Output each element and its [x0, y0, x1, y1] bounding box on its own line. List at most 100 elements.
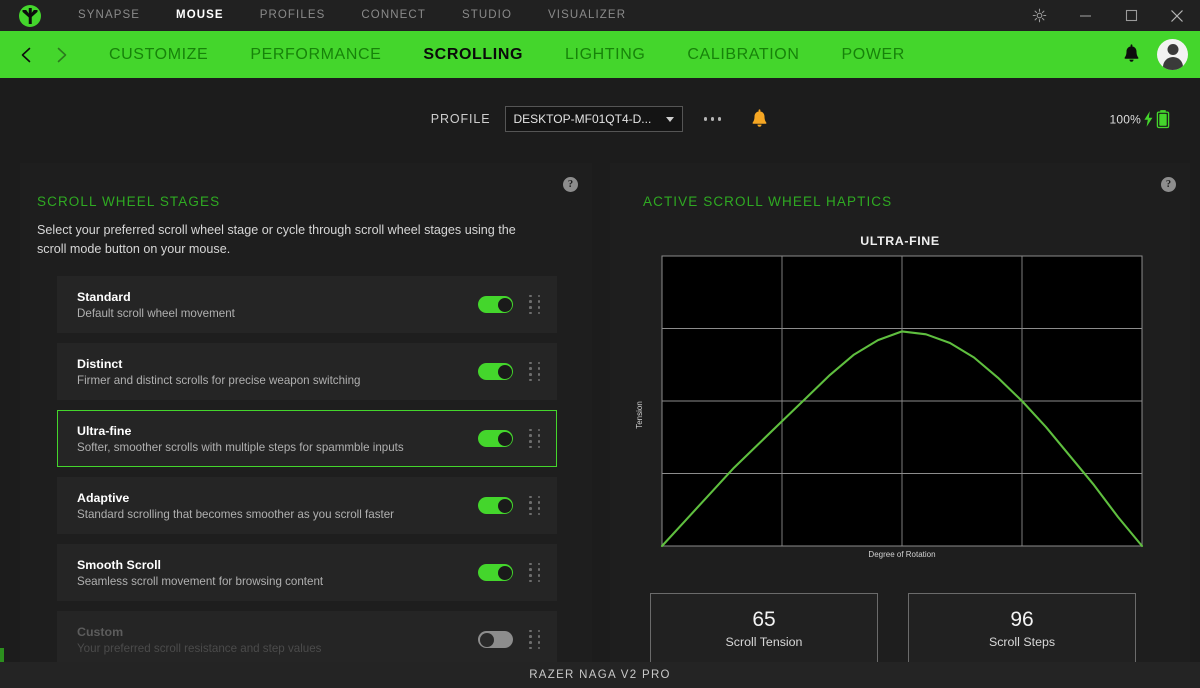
- ellipsis-icon: [704, 117, 708, 121]
- stat-box-scroll-steps[interactable]: 96 Scroll Steps: [908, 593, 1136, 663]
- stage-description: Standard scrolling that becomes smoother…: [77, 508, 478, 521]
- lightning-bolt-icon: [1143, 111, 1154, 128]
- settings-button[interactable]: [1016, 0, 1062, 31]
- left-panel-description: Select your preferred scroll wheel stage…: [37, 221, 537, 259]
- left-panel-title: SCROLL WHEEL STAGES: [37, 194, 220, 209]
- drag-handle-icon[interactable]: [529, 362, 542, 381]
- chart-title: ULTRA-FINE: [610, 234, 1190, 248]
- tab-calibration[interactable]: CALIBRATION: [666, 31, 820, 78]
- stage-description: Softer, smoother scrolls with multiple s…: [77, 441, 478, 454]
- chevron-left-icon: [19, 46, 35, 64]
- nav-forward-button[interactable]: [44, 38, 78, 72]
- stage-text: Standard Default scroll wheel movement: [77, 290, 478, 320]
- tab-customize[interactable]: CUSTOMIZE: [88, 31, 229, 78]
- nav-back-button[interactable]: [10, 38, 44, 72]
- help-icon[interactable]: ?: [563, 177, 578, 192]
- stage-name: Smooth Scroll: [77, 558, 478, 572]
- bell-alert-icon[interactable]: [750, 109, 769, 130]
- stage-description: Default scroll wheel movement: [77, 307, 478, 320]
- battery-icon: [1156, 110, 1170, 129]
- profile-dropdown[interactable]: DESKTOP-MF01QT4-D...: [505, 106, 683, 132]
- stage-name: Ultra-fine: [77, 424, 478, 438]
- stat-label: Scroll Tension: [726, 635, 803, 649]
- stat-value: 96: [1010, 608, 1033, 632]
- maximize-icon: [1125, 9, 1138, 22]
- drag-handle-icon[interactable]: [529, 630, 542, 649]
- app-tab-connect[interactable]: CONNECT: [343, 0, 444, 31]
- stage-row-custom[interactable]: Custom Your preferred scroll resistance …: [57, 611, 557, 663]
- app-tab-visualizer[interactable]: VISUALIZER: [530, 0, 644, 31]
- stat-box-scroll-tension[interactable]: 65 Scroll Tension: [650, 593, 878, 663]
- profile-label: PROFILE: [431, 112, 491, 126]
- section-tabs: CUSTOMIZE PERFORMANCE SCROLLING LIGHTING…: [88, 31, 926, 78]
- stat-value: 65: [752, 608, 775, 632]
- profile-selected-value: DESKTOP-MF01QT4-D...: [514, 112, 666, 126]
- maximize-button[interactable]: [1108, 0, 1154, 31]
- stage-description: Your preferred scroll resistance and ste…: [77, 642, 478, 655]
- stage-toggle-adaptive[interactable]: [478, 497, 513, 514]
- stage-name: Distinct: [77, 357, 478, 371]
- stage-text: Distinct Firmer and distinct scrolls for…: [77, 357, 478, 387]
- stage-text: Custom Your preferred scroll resistance …: [77, 625, 478, 655]
- stage-description: Firmer and distinct scrolls for precise …: [77, 374, 478, 387]
- app-tab-studio[interactable]: STUDIO: [444, 0, 530, 31]
- bell-icon[interactable]: [1122, 44, 1141, 65]
- tab-performance[interactable]: PERFORMANCE: [229, 31, 402, 78]
- tab-power[interactable]: POWER: [821, 31, 926, 78]
- chart-ylabel: Tension: [635, 401, 644, 429]
- stage-toggle-custom[interactable]: [478, 631, 513, 648]
- stage-text: Ultra-fine Softer, smoother scrolls with…: [77, 424, 478, 454]
- nav-arrows: [0, 38, 78, 72]
- scroll-stage-list[interactable]: Standard Default scroll wheel movement D…: [57, 276, 557, 663]
- stage-toggle-smooth-scroll[interactable]: [478, 564, 513, 581]
- stage-text: Adaptive Standard scrolling that becomes…: [77, 491, 478, 521]
- chart-xlabel: Degree of Rotation: [868, 550, 935, 559]
- tab-lighting[interactable]: LIGHTING: [544, 31, 666, 78]
- haptics-chart: Tension Degree of Rotation: [630, 250, 1170, 560]
- stage-row-standard[interactable]: Standard Default scroll wheel movement: [57, 276, 557, 333]
- left-edge-accent: [0, 648, 4, 662]
- stat-label: Scroll Steps: [989, 635, 1055, 649]
- battery-percent-label: 100%: [1110, 112, 1142, 126]
- stage-row-ultra-fine[interactable]: Ultra-fine Softer, smoother scrolls with…: [57, 410, 557, 467]
- user-avatar-icon[interactable]: [1157, 39, 1188, 70]
- status-bar: RAZER NAGA V2 PRO: [0, 662, 1200, 688]
- profile-bar: PROFILE DESKTOP-MF01QT4-D... 100%: [0, 78, 1200, 160]
- stage-row-adaptive[interactable]: Adaptive Standard scrolling that becomes…: [57, 477, 557, 534]
- app-tab-mouse[interactable]: MOUSE: [158, 0, 242, 31]
- chevron-down-icon: [666, 117, 674, 122]
- haptics-stats: 65 Scroll Tension 96 Scroll Steps: [650, 593, 1136, 663]
- drag-handle-icon[interactable]: [529, 295, 542, 314]
- app-tab-profiles[interactable]: PROFILES: [242, 0, 344, 31]
- profile-more-button[interactable]: [701, 111, 725, 127]
- stage-row-distinct[interactable]: Distinct Firmer and distinct scrolls for…: [57, 343, 557, 400]
- razer-logo-icon: [19, 5, 41, 27]
- razer-synapse-window: SYNAPSE MOUSE PROFILES CONNECT STUDIO VI…: [0, 0, 1200, 688]
- tab-scrolling[interactable]: SCROLLING: [402, 31, 544, 78]
- stage-row-smooth-scroll[interactable]: Smooth Scroll Seamless scroll movement f…: [57, 544, 557, 601]
- stage-name: Custom: [77, 625, 478, 639]
- stage-toggle-distinct[interactable]: [478, 363, 513, 380]
- stage-text: Smooth Scroll Seamless scroll movement f…: [77, 558, 478, 588]
- stage-name: Adaptive: [77, 491, 478, 505]
- section-nav-bar: CUSTOMIZE PERFORMANCE SCROLLING LIGHTING…: [0, 31, 1200, 78]
- minimize-button[interactable]: [1062, 0, 1108, 31]
- help-icon[interactable]: ?: [1161, 177, 1176, 192]
- stage-toggle-standard[interactable]: [478, 296, 513, 313]
- right-panel-title: ACTIVE SCROLL WHEEL HAPTICS: [643, 194, 892, 209]
- stage-description: Seamless scroll movement for browsing co…: [77, 575, 478, 588]
- stage-toggle-ultra-fine[interactable]: [478, 430, 513, 447]
- device-name-label: RAZER NAGA V2 PRO: [529, 669, 671, 681]
- drag-handle-icon[interactable]: [529, 496, 542, 515]
- app-tab-synapse[interactable]: SYNAPSE: [60, 0, 158, 31]
- close-button[interactable]: [1154, 0, 1200, 31]
- nav-right-actions: [1122, 31, 1188, 78]
- drag-handle-icon[interactable]: [529, 563, 542, 582]
- razer-logo: [0, 5, 60, 27]
- title-bar: SYNAPSE MOUSE PROFILES CONNECT STUDIO VI…: [0, 0, 1200, 31]
- drag-handle-icon[interactable]: [529, 429, 542, 448]
- window-controls: [1016, 0, 1200, 31]
- stage-name: Standard: [77, 290, 478, 304]
- ellipsis-icon: [711, 117, 715, 121]
- minimize-icon: [1079, 9, 1092, 22]
